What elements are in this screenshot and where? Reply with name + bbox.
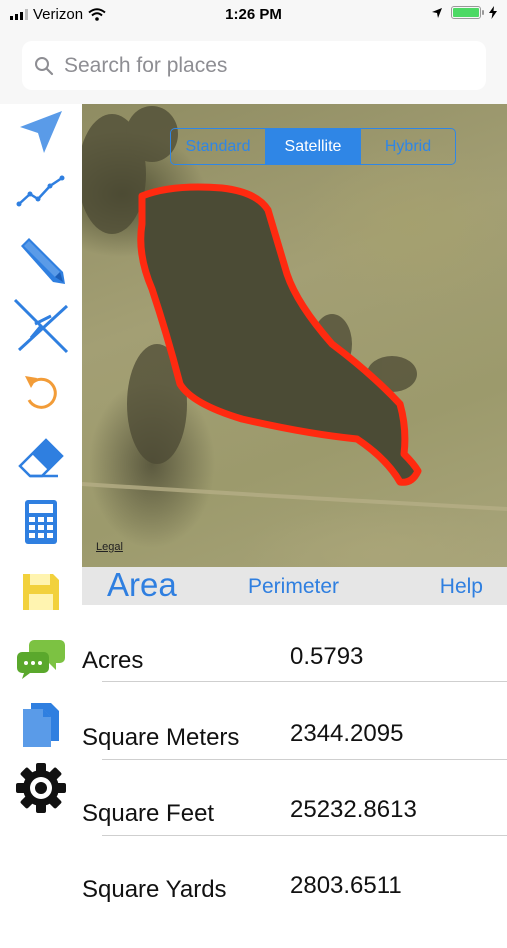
undo-button[interactable] [10,364,72,420]
eraser-icon [18,438,64,478]
save-icon [23,574,59,610]
draw-button[interactable] [10,232,72,288]
documents-button[interactable] [10,696,72,752]
status-right [431,6,497,19]
search-icon [35,57,54,76]
result-value: 25232.8613 [290,796,417,823]
row-divider [102,835,507,836]
result-row-square-feet: Square Feet 25232.8613 [82,796,507,872]
result-row-acres: Acres 0.5793 [82,643,507,719]
location-button[interactable] [10,104,72,160]
charging-bolt-icon [489,6,497,19]
tab-help[interactable]: Help [440,575,483,599]
battery-icon [451,6,484,19]
documents-icon [23,703,59,747]
measurement-tabs: Area Perimeter Help [82,566,507,605]
calculator-button[interactable] [10,494,72,550]
row-divider [102,759,507,760]
result-row-square-yards: Square Yards 2803.6511 [82,872,507,948]
map-terrain [82,106,507,511]
map-type-hybrid[interactable]: Hybrid [361,129,455,164]
settings-button[interactable] [10,760,72,816]
measure-button[interactable] [10,298,72,354]
tool-sidebar [0,104,82,900]
undo-icon [25,376,57,409]
result-value: 2803.6511 [290,872,402,899]
search-input[interactable] [62,49,476,83]
save-button[interactable] [10,564,72,620]
map-type-segmented-control[interactable]: Standard Satellite Hybrid [170,128,456,165]
pencil-icon [21,238,65,284]
settings-gear-icon [16,763,66,813]
location-services-icon [432,7,442,18]
satellite-map[interactable]: Standard Satellite Hybrid Legal [82,104,507,567]
result-label: Acres [82,647,144,674]
share-button[interactable] [10,630,72,686]
result-row-square-meters: Square Meters 2344.2095 [82,720,507,796]
map-type-standard[interactable]: Standard [171,129,266,164]
result-value: 0.5793 [290,643,364,670]
eraser-button[interactable] [10,430,72,486]
track-button[interactable] [10,162,72,218]
status-bar: Verizon 1:26 PM [0,0,507,30]
result-label: Square Feet [82,800,215,827]
location-arrow-icon [20,111,62,153]
chat-icon [17,640,65,679]
result-value: 2344.2095 [290,720,404,747]
search-area [0,30,507,105]
result-label: Square Meters [82,724,240,751]
search-bar[interactable] [22,41,486,90]
crosshair-icon [13,298,69,354]
calculator-icon [25,500,57,544]
line-chart-icon [16,175,65,207]
tab-area[interactable]: Area [107,566,177,604]
row-divider [102,681,507,682]
map-type-satellite[interactable]: Satellite [266,129,361,164]
map-legal-link[interactable]: Legal [96,541,123,553]
tab-perimeter[interactable]: Perimeter [248,575,339,599]
